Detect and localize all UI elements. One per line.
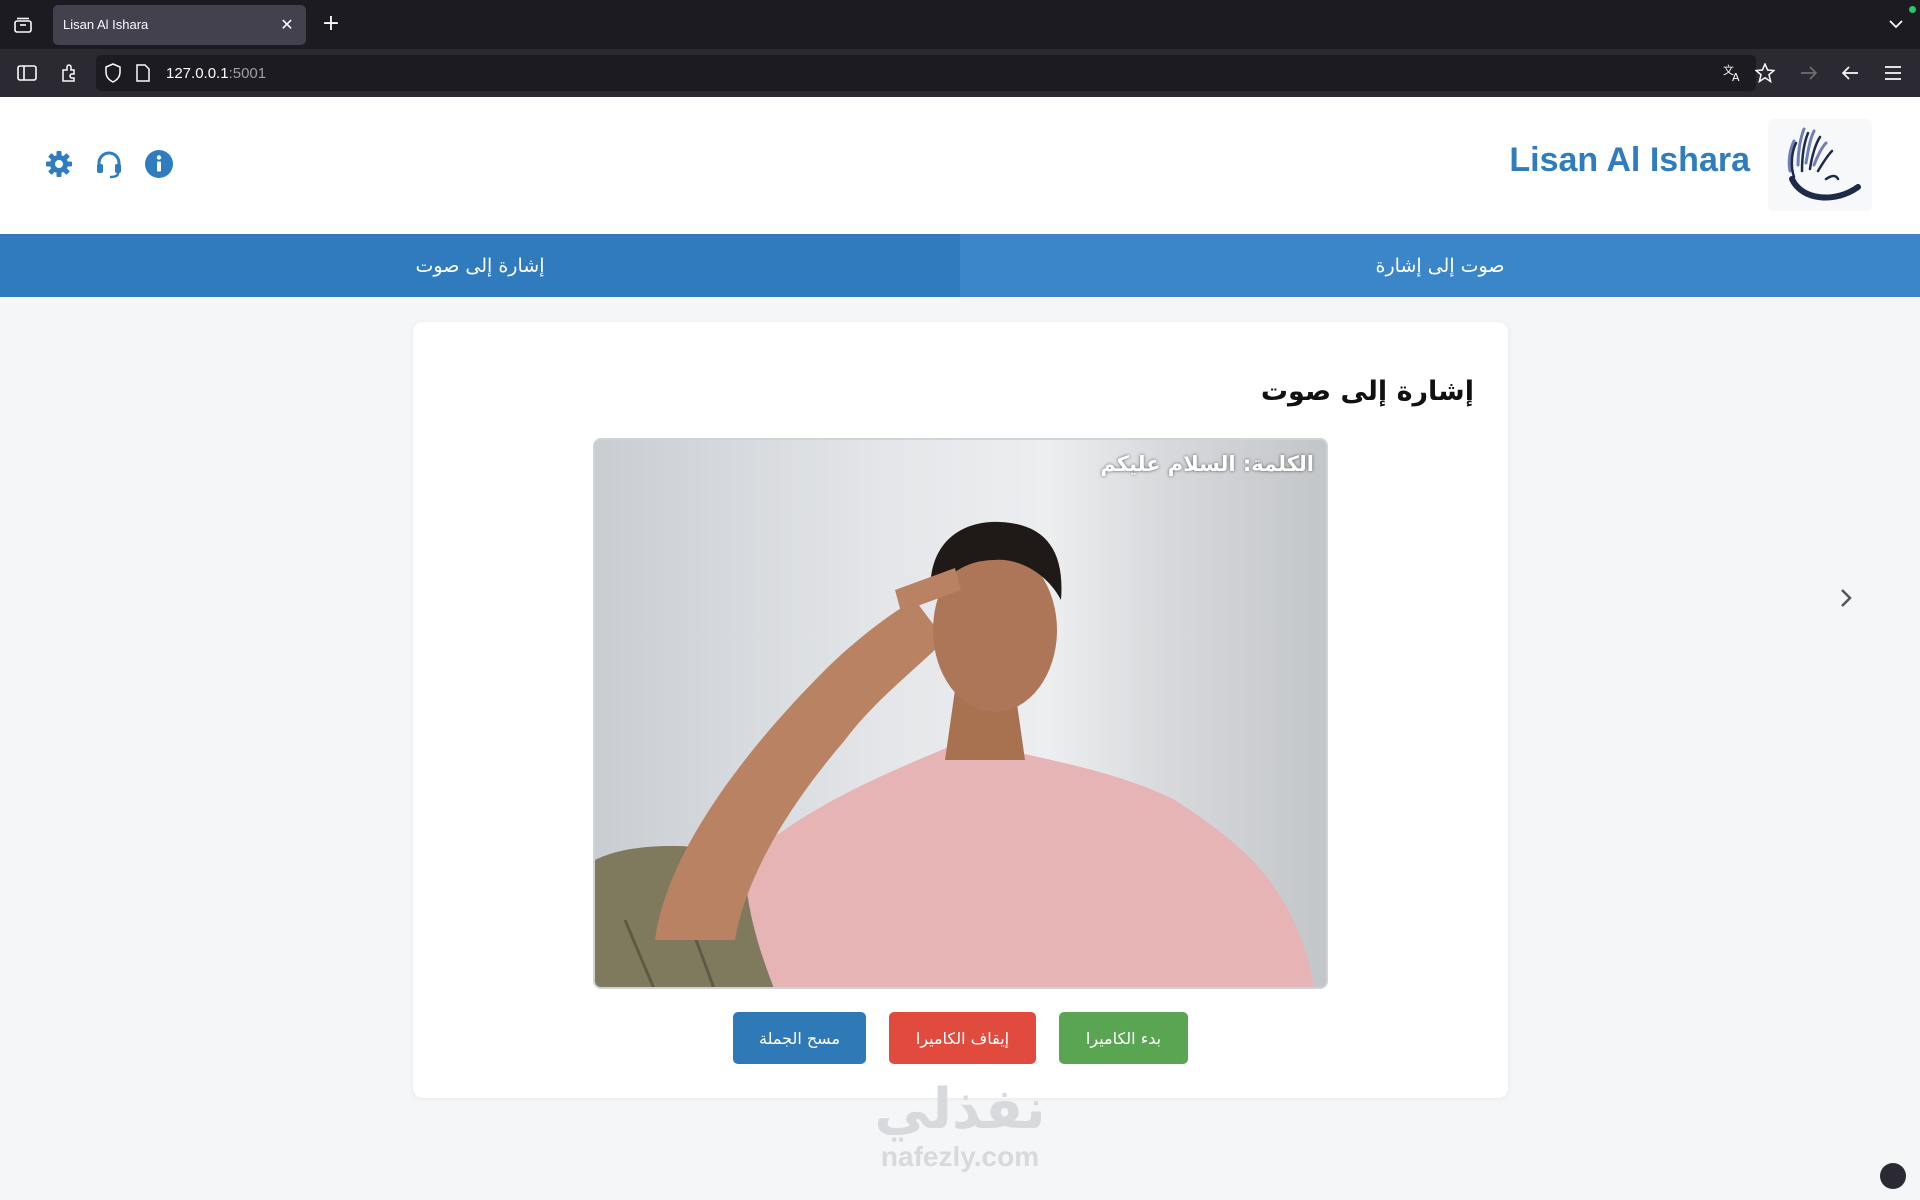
status-dot: [1909, 6, 1916, 13]
shield-icon[interactable]: [104, 63, 122, 87]
chevron-right-icon[interactable]: [1834, 586, 1858, 610]
watermark-arabic: نفذلي: [874, 1077, 1046, 1142]
browser-tab[interactable]: Lisan Al Ishara ✕: [53, 5, 306, 45]
tab-title: Lisan Al Ishara: [63, 17, 149, 32]
screenshot-icon[interactable]: [1880, 1163, 1906, 1189]
clear-sentence-button[interactable]: مسح الجملة: [733, 1012, 866, 1064]
back-arrow-icon[interactable]: [1838, 61, 1862, 85]
app-header: Lisan Al Ishara: [0, 97, 1920, 234]
info-icon[interactable]: [144, 149, 174, 179]
extensions-icon[interactable]: [57, 61, 81, 85]
svg-text:A: A: [1732, 71, 1740, 83]
card-title: إشارة إلى صوت: [1260, 376, 1474, 407]
translate-icon[interactable]: 文A: [1721, 61, 1745, 85]
forward-arrow-icon[interactable]: [1797, 61, 1821, 85]
browser-nav-bar: 127.0.0.1:5001 文A: [0, 49, 1920, 97]
brand-name: Lisan Al Ishara: [1509, 141, 1750, 179]
tab-list-icon[interactable]: [10, 12, 36, 38]
tab-sign-to-speech[interactable]: إشارة إلى صوت: [0, 234, 960, 297]
start-camera-button[interactable]: بدء الكاميرا: [1059, 1012, 1188, 1064]
url-text[interactable]: 127.0.0.1:5001: [166, 65, 266, 82]
new-tab-icon[interactable]: +: [318, 12, 344, 38]
camera-controls: مسح الجملة إيقاف الكاميرا بدء الكاميرا: [413, 1012, 1508, 1064]
browser-tab-bar: Lisan Al Ishara ✕ +: [0, 0, 1920, 49]
address-bar[interactable]: 127.0.0.1:5001: [96, 55, 1756, 91]
logo: [1768, 119, 1872, 211]
menu-icon[interactable]: [1881, 61, 1905, 85]
sidebar-toggle-icon[interactable]: [15, 61, 39, 85]
stop-camera-button[interactable]: إيقاف الكاميرا: [889, 1012, 1036, 1064]
chevron-down-icon[interactable]: [1884, 12, 1908, 36]
watermark-latin: nafezly.com: [880, 1141, 1040, 1172]
detected-word-label: الكلمة: السلام عليكم: [1100, 452, 1314, 476]
close-tab-icon[interactable]: ✕: [278, 16, 296, 34]
settings-icon[interactable]: [44, 149, 74, 179]
watermark: نفذلي nafezly.com: [850, 1080, 1070, 1174]
camera-feed: الكلمة: السلام عليكم: [593, 438, 1328, 989]
page-icon[interactable]: [136, 64, 150, 86]
bookmark-star-icon[interactable]: [1753, 61, 1777, 85]
headset-icon[interactable]: [94, 149, 124, 179]
sign-to-speech-card: إشارة إلى صوت الكلمة: السلام عليكم مسح ا…: [413, 322, 1508, 1098]
tab-speech-to-sign[interactable]: صوت إلى إشارة: [960, 234, 1920, 297]
mode-tab-bar: إشارة إلى صوت صوت إلى إشارة: [0, 234, 1920, 297]
